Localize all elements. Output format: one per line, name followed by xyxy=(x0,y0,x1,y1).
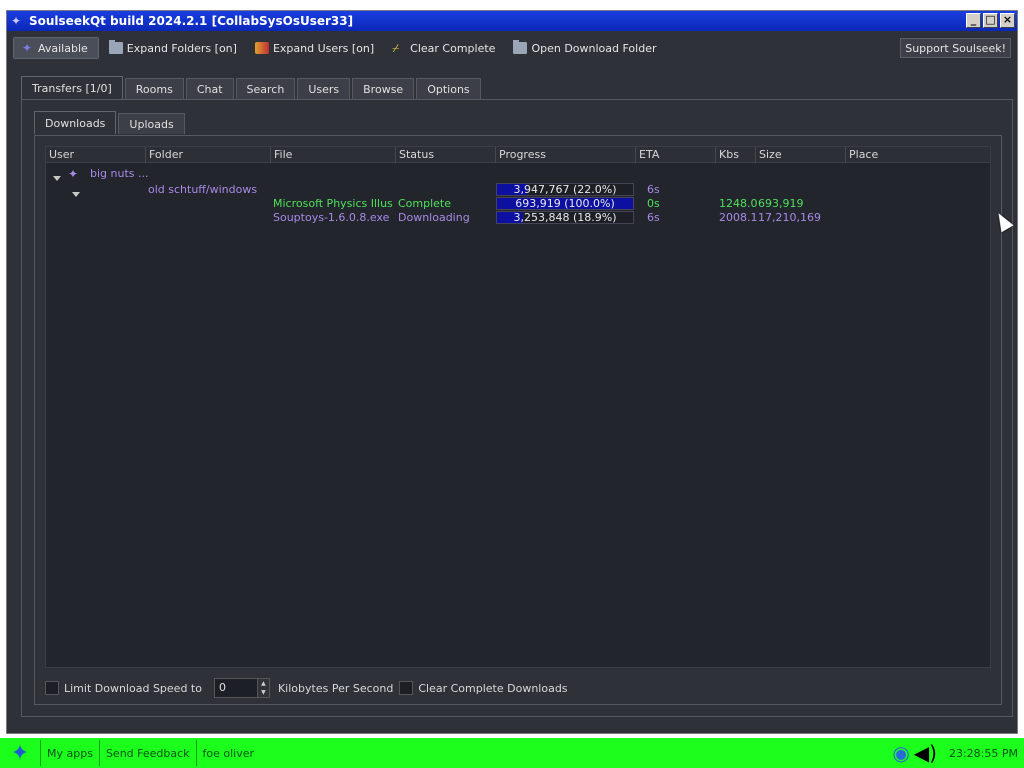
limit-speed-checkbox[interactable] xyxy=(45,681,59,695)
progress-text: 693,919 (100.0%) xyxy=(515,197,615,210)
taskbar: ✦ My apps Send Feedback foe oliver ◉ ◀) … xyxy=(0,738,1024,768)
progress-text: 3,253,848 (18.9%) xyxy=(513,211,617,224)
eta-value: 6s xyxy=(647,183,660,196)
progress-text: 3,947,767 (22.0%) xyxy=(513,183,617,196)
tab-users[interactable]: Users xyxy=(297,78,351,99)
expand-users-label: Expand Users [on] xyxy=(272,41,375,55)
app-window: ✦ SoulseekQt build 2024.2.1 [CollabSysOs… xyxy=(6,10,1018,734)
system-tray: ◉ ◀) 23:28:55 PM xyxy=(892,738,1024,768)
table-row-user[interactable]: ✦ big nuts ... xyxy=(46,167,990,181)
tab-search[interactable]: Search xyxy=(235,78,296,99)
eta-value: 6s xyxy=(647,211,660,224)
expand-users-button[interactable]: Expand Users [on] xyxy=(249,37,382,59)
expand-folders-button[interactable]: Expand Folders [on] xyxy=(103,37,245,59)
tab-transfers[interactable]: Transfers [1/0] xyxy=(21,76,123,99)
minimize-button[interactable]: _ xyxy=(966,13,981,28)
clear-complete-button[interactable]: ⌿ Clear Complete xyxy=(386,37,503,59)
limit-speed-label: Limit Download Speed to xyxy=(64,681,202,695)
clock: 23:28:55 PM xyxy=(948,746,1018,760)
transfers-panel: Downloads Uploads User Folder File Statu… xyxy=(21,99,1013,717)
column-header-place[interactable]: Place xyxy=(846,147,990,163)
column-header-size[interactable]: Size xyxy=(756,147,846,163)
tab-uploads[interactable]: Uploads xyxy=(118,113,185,134)
title-bar[interactable]: ✦ SoulseekQt build 2024.2.1 [CollabSysOs… xyxy=(7,11,1017,31)
folder-icon xyxy=(108,40,123,54)
broom-icon: ⌿ xyxy=(392,41,400,55)
column-header-file[interactable]: File xyxy=(271,147,396,163)
table-row-file[interactable]: Souptoys-1.6.0.8.exe Downloading 3,253,8… xyxy=(46,211,990,225)
downloads-tree-table[interactable]: User Folder File Status Progress ETA Kbs… xyxy=(45,146,991,668)
start-bird-icon[interactable]: ✦ xyxy=(0,738,40,768)
folder-icon xyxy=(513,40,528,54)
column-header-eta[interactable]: ETA xyxy=(636,147,716,163)
tab-options[interactable]: Options xyxy=(416,78,481,99)
progress-bar: 693,919 (100.0%) xyxy=(496,197,634,210)
taskbar-my-apps[interactable]: My apps xyxy=(40,740,99,766)
open-download-folder-button[interactable]: Open Download Folder xyxy=(507,37,664,59)
main-tab-bar: Transfers [1/0] Rooms Chat Search Users … xyxy=(21,76,483,99)
tab-downloads[interactable]: Downloads xyxy=(34,111,117,134)
table-row-file[interactable]: Microsoft Physics Illust... Complete 693… xyxy=(46,197,990,211)
toolbar: ✦ Available Expand Folders [on] Expand U… xyxy=(7,33,1017,63)
folder-path: old schtuff/windows xyxy=(148,183,258,196)
user-name: big nuts ... xyxy=(90,167,149,180)
users-icon xyxy=(254,42,269,54)
taskbar-send-feedback[interactable]: Send Feedback xyxy=(98,740,196,766)
column-header-folder[interactable]: Folder xyxy=(146,147,271,163)
clear-complete-downloads-checkbox[interactable] xyxy=(399,681,414,695)
eta-value: 0s xyxy=(647,197,660,210)
clear-complete-downloads-label: Clear Complete Downloads xyxy=(418,681,568,695)
speed-value: 0 xyxy=(218,681,226,694)
table-header: User Folder File Status Progress ETA Kbs… xyxy=(46,147,990,163)
network-globe-icon[interactable]: ◉ xyxy=(892,741,909,765)
transfer-sub-tabs: Downloads Uploads xyxy=(34,111,187,134)
status-value: Downloading xyxy=(398,211,470,224)
progress-bar: 3,947,767 (22.0%) xyxy=(496,183,634,196)
soulseek-bird-icon: ✦ xyxy=(11,14,22,28)
kbs-value: 1248.0 xyxy=(719,197,758,210)
size-value: 17,210,169 xyxy=(758,211,821,224)
column-header-status[interactable]: Status xyxy=(396,147,496,163)
open-download-folder-label: Open Download Folder xyxy=(531,41,657,55)
table-row-folder[interactable]: old schtuff/windows 3,947,767 (22.0%) 6s xyxy=(46,183,990,197)
column-header-user[interactable]: User xyxy=(46,147,146,163)
downloads-panel: User Folder File Status Progress ETA Kbs… xyxy=(34,135,1002,705)
support-soulseek-button[interactable]: Support Soulseek! xyxy=(900,38,1011,58)
status-available-button[interactable]: ✦ Available xyxy=(13,37,99,59)
file-name: Microsoft Physics Illust... xyxy=(273,197,393,210)
expand-folders-label: Expand Folders [on] xyxy=(126,41,237,55)
speed-unit-label: Kilobytes Per Second xyxy=(277,681,394,695)
spin-arrows-icon[interactable]: ▲ ▼ xyxy=(256,679,269,697)
status-value: Complete xyxy=(398,197,452,210)
kbs-value: 2008.1 xyxy=(719,211,758,224)
size-value: 693,919 xyxy=(758,197,804,210)
bird-icon: ✦ xyxy=(68,167,79,181)
status-label: Available xyxy=(38,41,88,55)
window-title: SoulseekQt build 2024.2.1 [CollabSysOsUs… xyxy=(29,14,354,28)
speed-spinbox[interactable]: 0 ▲ ▼ xyxy=(213,678,270,698)
tab-chat[interactable]: Chat xyxy=(185,78,234,99)
speaker-volume-icon[interactable]: ◀) xyxy=(914,741,937,765)
file-name: Souptoys-1.6.0.8.exe xyxy=(273,211,390,224)
close-button[interactable]: × xyxy=(1000,13,1015,28)
download-options-bar: Limit Download Speed to 0 ▲ ▼ Kilobytes P… xyxy=(45,678,568,698)
progress-bar: 3,253,848 (18.9%) xyxy=(496,211,634,224)
taskbar-user[interactable]: foe oliver xyxy=(195,740,261,766)
bird-icon: ✦ xyxy=(21,41,33,55)
clear-complete-label: Clear Complete xyxy=(410,41,496,55)
tab-browse[interactable]: Browse xyxy=(352,78,415,99)
column-header-progress[interactable]: Progress xyxy=(496,147,636,163)
tab-rooms[interactable]: Rooms xyxy=(124,78,184,99)
maximize-button[interactable]: □ xyxy=(983,13,998,28)
column-header-kbs[interactable]: Kbs xyxy=(716,147,756,163)
